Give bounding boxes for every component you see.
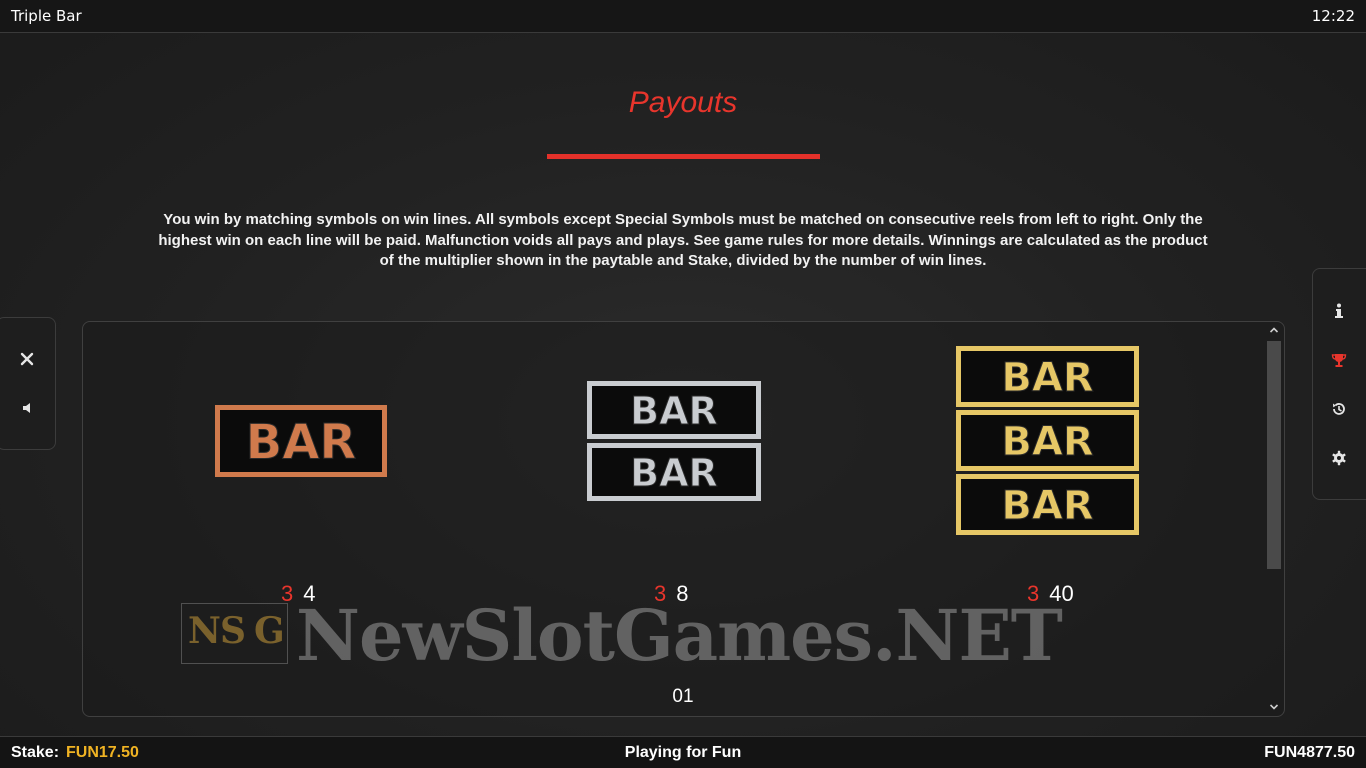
bar-label: BAR xyxy=(630,451,718,495)
clock: 12:22 xyxy=(1311,7,1355,25)
history-icon xyxy=(1333,403,1345,415)
bar-tile: BAR xyxy=(587,443,761,501)
watermark-text: NewSlotGames.NET xyxy=(296,594,1063,677)
bar-label: BAR xyxy=(1001,483,1093,529)
bar-label: BAR xyxy=(1001,419,1093,465)
watermark: N S G NewSlotGames.NET xyxy=(181,594,1191,677)
bar-symbol-graphic: BAR BAR BAR xyxy=(956,346,1139,535)
title-underline xyxy=(547,154,820,159)
watermark-logo: N S G xyxy=(181,603,288,664)
settings-button[interactable] xyxy=(1325,444,1353,472)
paytable-button[interactable] xyxy=(1325,346,1353,374)
speaker-icon xyxy=(23,403,30,413)
bar-symbol-graphic: BAR BAR xyxy=(587,381,761,501)
page-number: 01 xyxy=(672,686,694,707)
bar-tile: BAR xyxy=(956,474,1139,535)
sound-button[interactable] xyxy=(13,394,41,422)
bar-symbol-graphic: BAR xyxy=(215,405,387,477)
bar-label: BAR xyxy=(246,414,357,470)
game-title: Triple Bar xyxy=(11,7,82,25)
top-bar: Triple Bar 12:22 xyxy=(0,0,1366,33)
page-title: Payouts xyxy=(628,86,738,119)
bar-label: BAR xyxy=(630,389,718,433)
double-bar-symbol: BAR BAR xyxy=(587,381,761,505)
triple-bar-symbol: BAR BAR BAR xyxy=(956,346,1139,539)
bar-tile: BAR xyxy=(956,410,1139,471)
gear-icon xyxy=(1332,450,1346,466)
left-side-panel xyxy=(0,317,56,450)
play-mode-status: Playing for Fun xyxy=(624,744,742,761)
bar-tile: BAR xyxy=(956,346,1139,407)
bottom-bar: Stake: FUN17.50 Playing for Fun FUN4877.… xyxy=(0,736,1366,768)
info-icon xyxy=(1335,303,1343,318)
right-side-panel xyxy=(1312,268,1366,500)
close-button[interactable] xyxy=(13,345,41,373)
payout-description: You win by matching symbols on win lines… xyxy=(158,211,1208,269)
trophy-icon xyxy=(1331,354,1347,367)
bar-tile: BAR xyxy=(215,405,387,477)
info-button[interactable] xyxy=(1325,297,1353,325)
scrollbar-thumb[interactable] xyxy=(1267,341,1281,569)
balance: FUN4877.50 xyxy=(1264,744,1355,761)
close-icon xyxy=(20,352,34,366)
history-button[interactable] xyxy=(1325,395,1353,423)
scroll-up-icon[interactable] xyxy=(1268,323,1280,337)
bar-label: BAR xyxy=(1001,355,1093,401)
bar-tile: BAR xyxy=(587,381,761,439)
single-bar-symbol: BAR xyxy=(215,405,387,481)
